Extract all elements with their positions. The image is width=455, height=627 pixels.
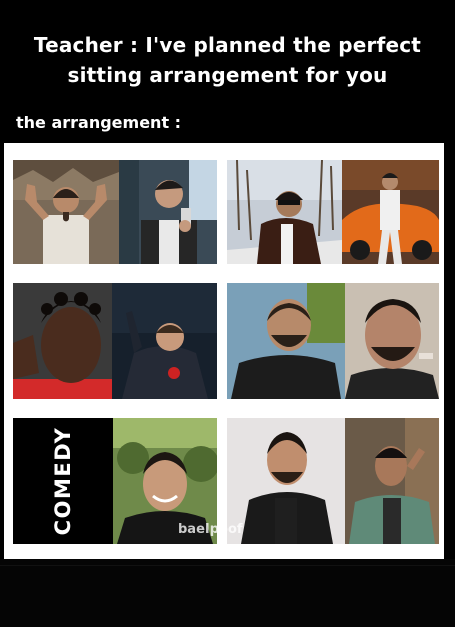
desk-pair-6 xyxy=(227,418,439,544)
desk-pair-1 xyxy=(13,160,217,264)
caption-area: Teacher : I've planned the perfect sitti… xyxy=(0,0,455,140)
bottom-divider xyxy=(0,565,455,566)
photo-man-with-orange-car xyxy=(342,160,439,264)
desk-pair-4 xyxy=(227,283,439,399)
arrangement-heading: the arrangement : xyxy=(16,113,182,132)
meme-caption: Teacher : I've planned the perfect sitti… xyxy=(8,30,447,90)
comedy-label: COMEDY xyxy=(51,426,75,536)
watermark-text: baeIpoof xyxy=(178,522,243,537)
photo-footballer-pointing xyxy=(112,283,217,399)
photo-man-green-jacket xyxy=(345,418,439,544)
photo-man-closeup xyxy=(13,283,112,399)
photo-man-in-snow xyxy=(227,160,342,264)
desk-pair-3 xyxy=(13,283,217,399)
photo-man-with-phone xyxy=(119,160,217,264)
comedy-label-tile: COMEDY xyxy=(13,418,113,544)
bottom-bar xyxy=(0,559,455,627)
photo-man-serious-look xyxy=(345,283,439,399)
caption-line-2: sitting arrangement for you xyxy=(67,63,388,87)
caption-line-1: Teacher : I've planned the perfect xyxy=(33,33,422,57)
desk-pair-2 xyxy=(227,160,439,264)
photo-flexing-man xyxy=(13,160,119,264)
photo-man-in-leather-jacket xyxy=(227,418,345,544)
photo-bald-bearded-man xyxy=(227,283,345,399)
